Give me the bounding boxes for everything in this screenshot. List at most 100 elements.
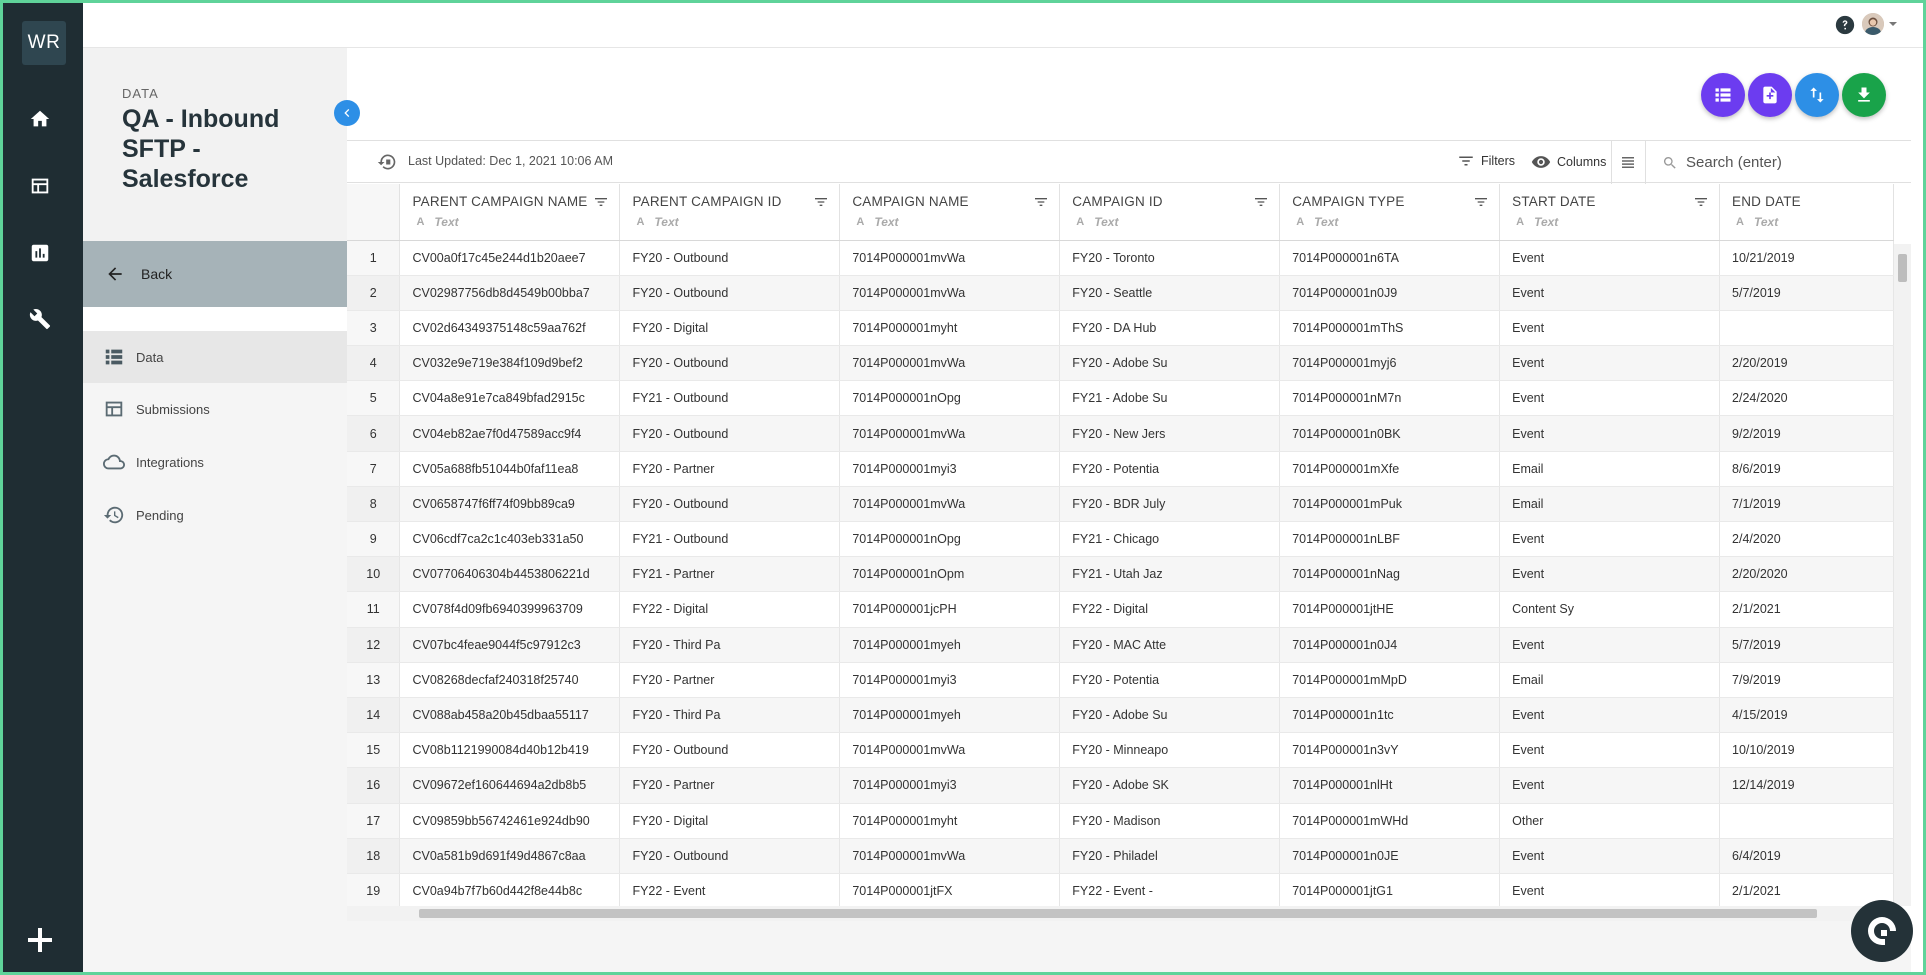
chat-launcher-button[interactable]	[1851, 900, 1913, 962]
column-header[interactable]: CAMPAIGN ID A Text	[1059, 184, 1281, 241]
refresh-icon[interactable]	[377, 152, 397, 172]
table-cell[interactable]: FY20 - New Jers	[1059, 415, 1281, 452]
table-cell[interactable]: 7014P000001jcPH	[839, 591, 1061, 628]
list-view-button[interactable]	[1701, 73, 1745, 117]
table-cell[interactable]: 7014P000001n6TA	[1279, 240, 1501, 276]
table-cell[interactable]: FY20 - Outbound	[619, 415, 841, 452]
table-cell[interactable]: 2/20/2019	[1719, 345, 1894, 382]
help-icon[interactable]	[1835, 15, 1855, 35]
table-row[interactable]: 14 CV088ab458a20b45dbaa55117 FY20 - Third …	[347, 697, 1894, 734]
table-cell[interactable]: 7014P000001myeh	[839, 697, 1061, 734]
table-cell[interactable]: FY20 - Digital	[619, 803, 841, 839]
wrench-icon[interactable]	[26, 305, 54, 333]
table-cell[interactable]: 7014P000001myi3	[839, 451, 1061, 487]
column-header[interactable]: PARENT CAMPAIGN ID A Text	[619, 184, 841, 241]
table-cell[interactable]: 8/6/2019	[1719, 451, 1894, 487]
table-row[interactable]: 4 CV032e9e719e384f109d9bef2 FY20 - Outboun…	[347, 345, 1894, 382]
table-cell[interactable]: FY20 - Toronto	[1059, 240, 1281, 276]
table-cell[interactable]: CV0a94b7f7b60d442f8e44b8c	[399, 873, 621, 906]
table-cell[interactable]: FY20 - Partner	[619, 662, 841, 698]
table-row[interactable]: 7 CV05a688fb51044b0faf11ea8 FY20 - Partner…	[347, 451, 1894, 487]
table-cell[interactable]: FY20 - Potentia	[1059, 451, 1281, 487]
table-cell[interactable]: 2/4/2020	[1719, 521, 1894, 558]
table-cell[interactable]: 7014P000001myht	[839, 310, 1061, 347]
table-row[interactable]: 9 CV06cdf7ca2c1c403eb331a50 FY21 - Outboun…	[347, 521, 1894, 558]
table-cell[interactable]: 7014P000001mThS	[1279, 310, 1501, 347]
table-row[interactable]: 10 CV07706406304b4453806221d FY21 - Partne…	[347, 556, 1894, 593]
table-cell[interactable]: 7014P000001mPuk	[1279, 486, 1501, 523]
table-cell[interactable]: CV02d64349375148c59aa762f	[399, 310, 621, 347]
horizontal-scroll-thumb[interactable]	[419, 909, 1817, 918]
density-icon[interactable]	[1620, 154, 1636, 170]
filter-icon[interactable]	[593, 194, 609, 210]
filter-icon[interactable]	[1033, 194, 1049, 210]
table-cell[interactable]: FY20 - Third Pa	[619, 627, 841, 663]
table-cell[interactable]: FY20 - Outbound	[619, 486, 841, 523]
vertical-scrollbar[interactable]	[1894, 244, 1911, 906]
table-cell[interactable]: FY20 - Adobe Su	[1059, 697, 1281, 734]
table-cell[interactable]: 7014P000001mvWa	[839, 732, 1061, 769]
table-cell[interactable]: FY22 - Digital	[1059, 591, 1281, 628]
table-cell[interactable]: CV0a581b9d691f49d4867c8aa	[399, 838, 621, 874]
table-cell[interactable]: FY21 - Adobe Su	[1059, 380, 1281, 417]
table-cell[interactable]: 7014P000001mMpD	[1279, 662, 1501, 698]
table-cell[interactable]: 7014P000001mvWa	[839, 275, 1061, 311]
table-cell[interactable]: 7014P000001nNag	[1279, 556, 1501, 593]
table-cell[interactable]: 7014P000001myi3	[839, 767, 1061, 804]
chevron-down-icon[interactable]	[1888, 19, 1898, 29]
table-cell[interactable]: FY20 - Outbound	[619, 345, 841, 382]
table-cell[interactable]: FY20 - Partner	[619, 451, 841, 487]
table-cell[interactable]: 7014P000001n3vY	[1279, 732, 1501, 769]
table-cell[interactable]: CV05a688fb51044b0faf11ea8	[399, 451, 621, 487]
home-icon[interactable]	[26, 105, 54, 133]
table-cell[interactable]: FY20 - Seattle	[1059, 275, 1281, 311]
table-cell[interactable]: 7014P000001n1tc	[1279, 697, 1501, 734]
nav-item-pending[interactable]: Pending	[83, 489, 347, 541]
user-avatar[interactable]	[1862, 13, 1884, 35]
table-cell[interactable]: 5/7/2019	[1719, 627, 1894, 663]
table-cell[interactable]: 2/1/2021	[1719, 591, 1894, 628]
table-cell[interactable]: Content Sy	[1499, 591, 1721, 628]
table-cell[interactable]: Event	[1499, 732, 1721, 769]
table-cell[interactable]: 7014P000001mvWa	[839, 345, 1061, 382]
table-cell[interactable]: Other	[1499, 803, 1721, 839]
table-cell[interactable]: CV09672ef160644694a2db8b5	[399, 767, 621, 804]
filters-button[interactable]: Filters	[1457, 152, 1515, 170]
table-cell[interactable]: FY20 - Outbound	[619, 275, 841, 311]
table-cell[interactable]: 7/1/2019	[1719, 486, 1894, 523]
column-header[interactable]: START DATE A Text	[1499, 184, 1721, 241]
add-icon[interactable]	[24, 924, 56, 956]
table-row[interactable]: 3 CV02d64349375148c59aa762f FY20 - Digital…	[347, 310, 1894, 347]
sort-button[interactable]	[1795, 73, 1839, 117]
table-cell[interactable]: Event	[1499, 345, 1721, 382]
search-input[interactable]	[1686, 154, 1896, 171]
table-cell[interactable]: 7014P000001mvWa	[839, 240, 1061, 276]
nav-item-submissions[interactable]: Submissions	[83, 383, 347, 435]
table-row[interactable]: 1 CV00a0f17c45e244d1b20aee7 FY20 - Outboun…	[347, 240, 1894, 276]
table-row[interactable]: 18 CV0a581b9d691f49d4867c8aa FY20 - Outbou…	[347, 838, 1894, 874]
table-cell[interactable]: CV078f4d09fb6940399963709	[399, 591, 621, 628]
table-cell[interactable]: 7014P000001n0J4	[1279, 627, 1501, 663]
table-cell[interactable]: FY21 - Utah Jaz	[1059, 556, 1281, 593]
table-cell[interactable]: 7014P000001myht	[839, 803, 1061, 839]
table-cell[interactable]: FY20 - BDR July	[1059, 486, 1281, 523]
table-cell[interactable]: 2/20/2020	[1719, 556, 1894, 593]
table-cell[interactable]: 10/10/2019	[1719, 732, 1894, 769]
table-cell[interactable]: Event	[1499, 627, 1721, 663]
table-row[interactable]: 8 CV0658747f6ff74f09bb89ca9 FY20 - Outboun…	[347, 486, 1894, 523]
filter-icon[interactable]	[1473, 194, 1489, 210]
analytics-icon[interactable]	[26, 239, 54, 267]
table-cell[interactable]: FY21 - Outbound	[619, 380, 841, 417]
table-cell[interactable]: Event	[1499, 873, 1721, 906]
app-logo[interactable]: WR	[22, 21, 66, 65]
columns-button[interactable]: Columns	[1531, 152, 1606, 172]
table-cell[interactable]: FY22 - Event -	[1059, 873, 1281, 906]
column-header[interactable]: END DATE A Text	[1719, 184, 1894, 241]
table-cell[interactable]: 7014P000001mXfe	[1279, 451, 1501, 487]
table-row[interactable]: 12 CV07bc4feae9044f5c97912c3 FY20 - Third …	[347, 627, 1894, 663]
table-cell[interactable]: 7014P000001mWHd	[1279, 803, 1501, 839]
table-cell[interactable]: CV09859bb56742461e924db90	[399, 803, 621, 839]
table-cell[interactable]: Email	[1499, 451, 1721, 487]
table-cell[interactable]: Event	[1499, 697, 1721, 734]
table-cell[interactable]: 7014P000001n0BK	[1279, 415, 1501, 452]
